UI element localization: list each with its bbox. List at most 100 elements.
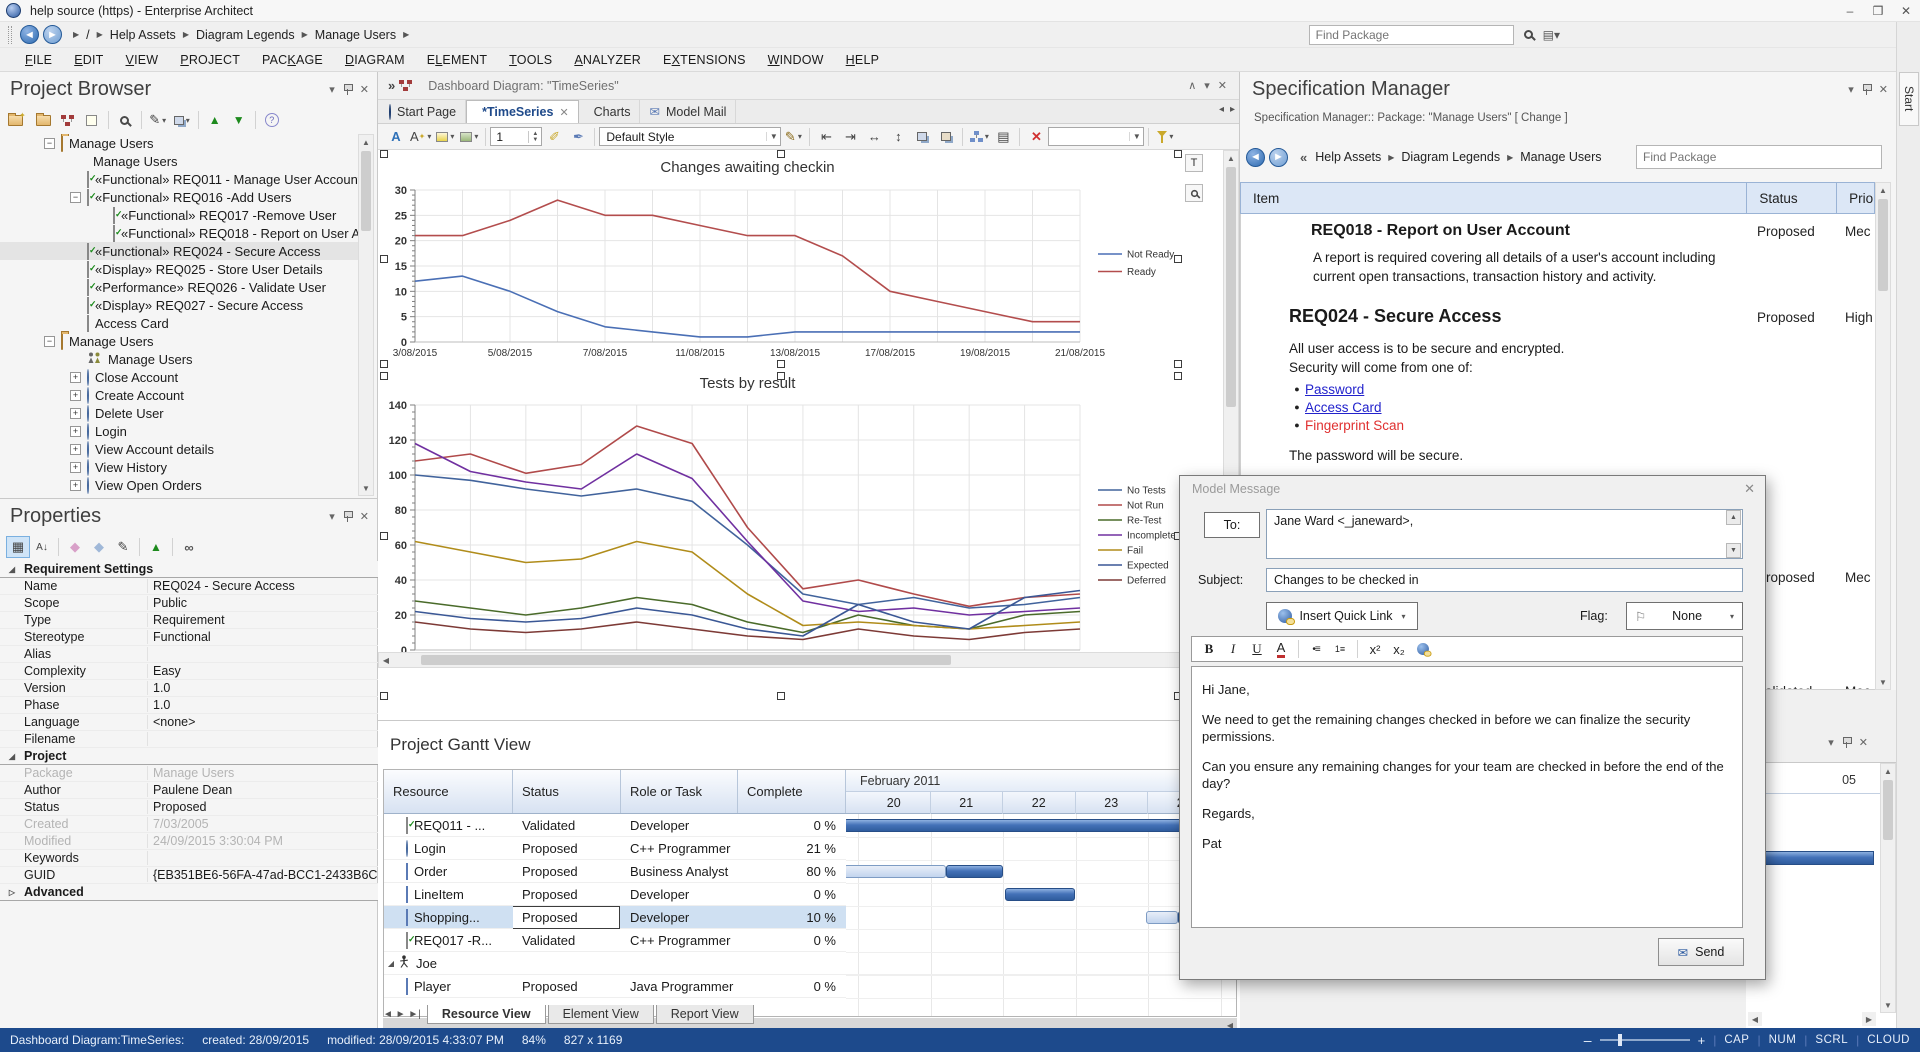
tree-item[interactable]: +Create Account [0, 386, 358, 404]
line-width-spinner[interactable]: 1 ▲▼ [490, 127, 542, 146]
property-value[interactable]: Paulene Dean [148, 783, 378, 797]
zoom-tool-icon[interactable] [1185, 184, 1203, 202]
menu-window[interactable]: WINDOW [757, 50, 835, 70]
pin-icon[interactable] [1842, 737, 1851, 748]
italic-icon[interactable]: I [1222, 639, 1244, 659]
edit-notes-icon[interactable]: ✎ [111, 536, 135, 558]
back-button[interactable]: ◄ [20, 25, 39, 44]
tab-charts[interactable]: Charts [579, 100, 641, 123]
tree-expander-icon[interactable]: + [70, 426, 81, 437]
menu-file[interactable]: FILE [14, 50, 63, 70]
pin-icon[interactable] [343, 511, 352, 522]
breadcrumb-item[interactable]: Diagram Legends [1401, 150, 1500, 164]
tree-item[interactable]: Manage Users [0, 350, 358, 368]
scroll-down-icon[interactable]: ▼ [1726, 543, 1741, 558]
property-value[interactable]: Manage Users [148, 766, 378, 780]
diamond-icon[interactable]: ◆ [87, 536, 111, 558]
property-value[interactable]: REQ024 - Secure Access [148, 579, 378, 593]
tab-scroll-right-icon[interactable]: ▸ [1230, 104, 1235, 115]
gantt-bar[interactable] [846, 865, 946, 878]
canvas-hscrollbar[interactable]: ◀ ▶ [378, 652, 1224, 668]
underline-icon[interactable]: U [1246, 639, 1268, 659]
property-value[interactable]: <none> [148, 715, 378, 729]
menu-help[interactable]: HELP [835, 50, 890, 70]
insert-quick-link-button[interactable]: Insert Quick Link ▾ [1266, 602, 1418, 630]
tree-item[interactable]: «Functional» REQ017 -Remove User [0, 206, 358, 224]
pin-icon[interactable] [1862, 84, 1871, 95]
property-value[interactable]: Functional [148, 630, 378, 644]
panel-menu-icon[interactable]: ▾ [1848, 83, 1854, 96]
property-group-advanced[interactable]: ▷Advanced [0, 884, 378, 901]
search-icon[interactable] [1524, 28, 1533, 42]
tree-expander-icon[interactable]: − [70, 192, 81, 203]
breadcrumb-item[interactable]: Manage Users [1520, 150, 1601, 164]
panel-menu-icon[interactable]: ▾ [1828, 736, 1834, 749]
tab-start-page[interactable]: Start Page [380, 100, 466, 123]
diagram-canvas[interactable]: 0510152025303/08/20155/08/20157/08/20151… [378, 150, 1239, 704]
overflow-chevrons-icon[interactable]: » [388, 78, 395, 93]
property-group-project[interactable]: ◢Project [0, 748, 378, 765]
property-value[interactable]: 24/09/2015 3:30:04 PM [148, 834, 378, 848]
property-value[interactable]: 1.0 [148, 698, 378, 712]
tree-item[interactable]: «Functional» REQ024 - Secure Access [0, 242, 358, 260]
new-element-icon[interactable] [80, 109, 104, 131]
move-down-icon[interactable]: ▼ [227, 109, 251, 131]
panel-menu-icon[interactable]: ▾ [1204, 79, 1210, 92]
gantt-column-complete[interactable]: Complete [738, 770, 846, 813]
format-painter-icon[interactable]: ✐ [542, 126, 566, 148]
bullet-text[interactable]: Password [1305, 382, 1364, 397]
toggle-cap[interactable]: CAP [1724, 1034, 1749, 1046]
tree-item[interactable]: +Close Account [0, 368, 358, 386]
reading-glasses-icon[interactable]: ∞ [177, 536, 201, 558]
flag-dropdown[interactable]: ⚐ None ▾ [1626, 602, 1743, 630]
same-width-icon[interactable]: ↔ [862, 126, 886, 148]
message-body[interactable]: Hi Jane,We need to get the remaining cha… [1191, 666, 1743, 928]
element-properties-icon[interactable]: ▤ [991, 126, 1015, 148]
move-up-icon[interactable]: ▲ [144, 536, 168, 558]
menu-analyzer[interactable]: ANALYZER [563, 50, 652, 70]
gantt-row-player[interactable]: PlayerProposedJava Programmer0 % [384, 975, 846, 998]
menu-element[interactable]: ELEMENT [416, 50, 498, 70]
tree-item[interactable]: −Manage Users [0, 134, 358, 152]
tree-expander-icon[interactable]: + [70, 408, 81, 419]
tree-item[interactable]: «Display» REQ025 - Store User Details [0, 260, 358, 278]
bring-forward-icon[interactable] [910, 126, 934, 148]
categorized-icon[interactable]: ▦ [6, 536, 30, 558]
column-item[interactable]: Item [1241, 183, 1747, 213]
tab-close-icon[interactable]: ✕ [559, 106, 568, 119]
gantt-row-req017r[interactable]: REQ017 -R...ValidatedC++ Programmer0 % [384, 929, 846, 952]
tab-scroll-left-icon[interactable]: ◂ [1219, 104, 1224, 115]
gantt-bar[interactable] [1146, 911, 1179, 924]
new-model-icon[interactable]: ✦ [6, 109, 32, 131]
sort-az-icon[interactable]: A↓ [30, 536, 54, 558]
tree-expander-icon[interactable]: + [70, 444, 81, 455]
forward-button[interactable]: ► [1269, 148, 1288, 167]
find-in-browser-icon[interactable] [113, 109, 137, 131]
property-value[interactable]: Easy [148, 664, 378, 678]
tree-expander-icon[interactable]: + [70, 462, 81, 473]
align-right-icon[interactable]: ⇥ [838, 126, 862, 148]
panel-menu-icon[interactable]: ▾ [329, 510, 335, 523]
panel-close-icon[interactable]: ✕ [1859, 736, 1868, 749]
bullet-list-icon[interactable]: •≡ [1305, 639, 1327, 659]
tab--timeseries[interactable]: *TimeSeries✕ [466, 100, 579, 123]
scroll-up-icon[interactable]: ▲ [1726, 510, 1741, 525]
gantt-row-order[interactable]: OrderProposedBusiness Analyst80 % [384, 860, 846, 883]
gantt-bar[interactable] [846, 819, 1236, 832]
breadcrumb-item[interactable]: Manage Users [315, 28, 396, 42]
subject-field[interactable]: Changes to be checked in [1266, 568, 1743, 592]
tree-item[interactable]: +View Open Orders [0, 476, 358, 494]
fill-color-icon[interactable]: ▾ [433, 126, 457, 148]
tree-item[interactable]: +View Account details [0, 440, 358, 458]
spec-bullet-item[interactable]: ●Fingerprint Scan [1289, 416, 1404, 434]
tree-item[interactable]: −«Functional» REQ016 -Add Users [0, 188, 358, 206]
gantt-row-shopping[interactable]: Shopping...ProposedDeveloper10 % [384, 906, 846, 929]
scroll-left-icon[interactable]: ◀ [1748, 1012, 1762, 1026]
scale-combobox[interactable]: ▼ [1048, 127, 1144, 146]
spec-find-package-input[interactable] [1636, 145, 1882, 169]
tree-expander-icon[interactable]: + [70, 390, 81, 401]
menu-view[interactable]: VIEW [115, 50, 170, 70]
menu-tools[interactable]: TOOLS [498, 50, 563, 70]
menu-edit[interactable]: EDIT [63, 50, 114, 70]
gantt-column-role-or-task[interactable]: Role or Task [621, 770, 738, 813]
